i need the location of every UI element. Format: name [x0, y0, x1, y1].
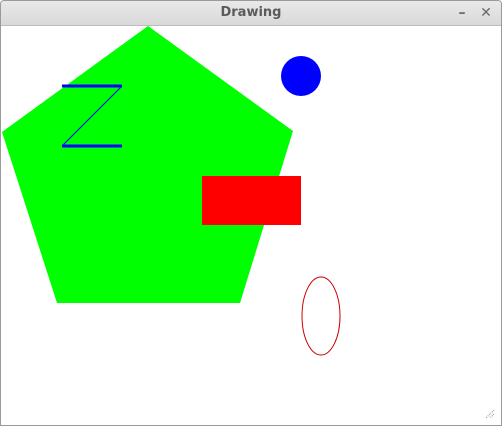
- red-ellipse-outline: [301, 276, 341, 356]
- window-title: Drawing: [220, 5, 282, 20]
- resize-grip-icon[interactable]: [483, 407, 495, 419]
- green-pentagon: [2, 26, 293, 303]
- title-bar[interactable]: Drawing – ✕: [1, 1, 501, 26]
- blue-circle: [281, 56, 321, 96]
- red-rectangle: [202, 176, 301, 225]
- drawing-window: Drawing – ✕: [0, 0, 502, 426]
- minimize-button[interactable]: –: [453, 4, 471, 22]
- close-button[interactable]: ✕: [477, 4, 495, 22]
- drawing-canvas[interactable]: [1, 26, 501, 425]
